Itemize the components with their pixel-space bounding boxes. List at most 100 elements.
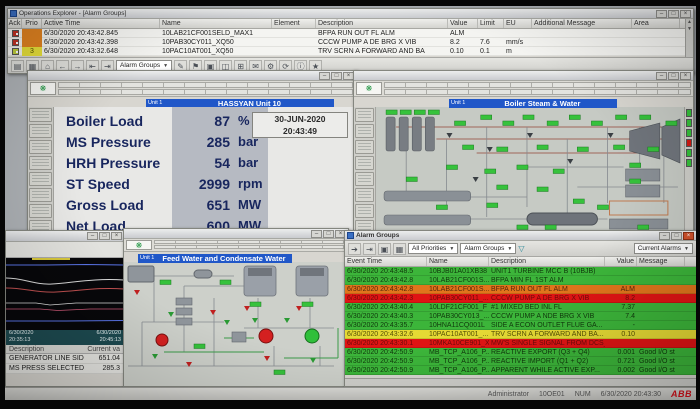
sidebar-mini-button[interactable]: [355, 108, 374, 122]
horizontal-scrollbar[interactable]: [345, 378, 696, 386]
column-header[interactable]: Element: [272, 19, 316, 28]
column-header[interactable]: Name: [427, 257, 489, 266]
event-row[interactable]: 6/30/2020 20:42:50.9 MB_TCP_A106_P... AP…: [345, 366, 696, 375]
ack-selected-icon[interactable]: ➔: [348, 243, 361, 255]
toolbar-buttons-strip[interactable]: [58, 89, 354, 95]
alarm-list-rows: 6/30/2020 20:43:42.845 10LAB21CF001SELD_…: [8, 29, 693, 56]
toolbar-buttons-strip[interactable]: [154, 240, 346, 244]
toolbar-buttons-strip[interactable]: [58, 82, 354, 88]
minimize-button[interactable]: –: [656, 10, 667, 18]
event-list-header: Event Time Name Description Value Messag…: [345, 257, 696, 267]
sidebar-mini-button[interactable]: [355, 124, 374, 138]
tag-name: MB_TCP_A106_P...: [427, 348, 489, 357]
trend-row[interactable]: MS PRESS SELECTED 285.3: [6, 364, 124, 374]
sidebar-mini-button[interactable]: [355, 204, 374, 218]
current-alarms-selector[interactable]: Current Alarms ▼: [634, 243, 693, 254]
boiler-titlebar[interactable]: – □ ×: [354, 71, 693, 81]
print-list-icon[interactable]: ▦: [393, 243, 406, 255]
sidebar-mini-button[interactable]: [355, 188, 374, 202]
minimize-button[interactable]: –: [319, 72, 330, 80]
ack-checkbox[interactable]: [12, 30, 19, 37]
value: 7.37: [605, 303, 637, 312]
column-header[interactable]: EU: [504, 19, 532, 28]
column-header[interactable]: Prio: [22, 19, 42, 28]
column-header[interactable]: Active Time: [42, 19, 160, 28]
description: TRV SCRN A FORWARD AND BA: [316, 47, 448, 56]
sidebar-mini-button[interactable]: [29, 188, 52, 202]
trend-toolbar[interactable]: [6, 242, 124, 258]
column-header[interactable]: Message: [637, 257, 685, 266]
group-dropdown[interactable]: Alarm Groups ▼: [460, 243, 516, 254]
trend-chart[interactable]: [6, 258, 124, 330]
toolbar-buttons-strip[interactable]: [154, 245, 346, 249]
trend-row[interactable]: GENERATOR LINE SID... 651.04: [6, 354, 124, 364]
sidebar-mini-button[interactable]: [29, 204, 52, 218]
minimize-button[interactable]: –: [656, 72, 667, 80]
page-title: Feed Water and Condensate Water: [156, 254, 291, 263]
sidebar-mini-button[interactable]: [355, 156, 374, 170]
sidebar-mini-button[interactable]: [355, 172, 374, 186]
maximize-button[interactable]: □: [331, 72, 342, 80]
silence-icon[interactable]: ▣: [378, 243, 391, 255]
report-icon[interactable]: ▤: [11, 60, 24, 72]
priorities-dropdown[interactable]: All Priorities ▼: [408, 243, 458, 254]
column-header[interactable]: Additional Message: [532, 19, 632, 28]
close-button[interactable]: ×: [111, 232, 122, 240]
feedwater-mimic-diagram[interactable]: [124, 262, 348, 386]
column-header[interactable]: Description: [316, 19, 448, 28]
trend-titlebar[interactable]: – □ ×: [6, 231, 124, 242]
close-button[interactable]: ×: [680, 10, 691, 18]
column-header[interactable]: Description: [6, 345, 84, 353]
plant-logo: ❋: [30, 82, 56, 95]
boiler-mimic-diagram[interactable]: [376, 107, 684, 235]
column-header[interactable]: Name: [160, 19, 272, 28]
feedwater-titlebar[interactable]: – □ ×: [124, 229, 348, 239]
status-indicator: [686, 129, 692, 137]
window-title: Operations Explorer - [Alarm Groups]: [19, 10, 654, 17]
close-button[interactable]: ×: [683, 232, 694, 240]
vertical-scrollbar[interactable]: ▲▼: [685, 19, 693, 57]
toolbar-buttons-strip[interactable]: [384, 89, 691, 95]
sidebar-mini-button[interactable]: [29, 156, 52, 170]
sidebar-mini-button[interactable]: [29, 124, 52, 138]
event-time: 6/30/2020 20:43:40.4: [345, 303, 427, 312]
column-header[interactable]: Value: [605, 257, 637, 266]
minimize-button[interactable]: –: [311, 230, 322, 238]
ack-page-icon[interactable]: ⇥: [363, 243, 376, 255]
column-header[interactable]: Value: [448, 19, 478, 28]
unit-tag: Unit 1: [449, 99, 467, 108]
sidebar-mini-button[interactable]: [29, 172, 52, 186]
toolbar-buttons-strip[interactable]: [384, 82, 691, 88]
alarm-row[interactable]: 3 6/30/2020 20:43:32.648 10PAC10AT001_XQ…: [8, 47, 693, 56]
sidebar-mini-button[interactable]: [355, 140, 374, 154]
column-header[interactable]: Ack: [8, 19, 22, 28]
event-time: 6/30/2020 20:43:30.1: [345, 339, 427, 348]
minimize-button[interactable]: –: [659, 232, 670, 240]
maximize-button[interactable]: □: [668, 10, 679, 18]
chevron-down-icon: ▼: [163, 61, 168, 71]
priority-cell: 3: [22, 47, 42, 56]
column-header[interactable]: Current va: [84, 345, 124, 353]
plant-logo: ❋: [356, 82, 382, 95]
filter-funnel-icon[interactable]: ▽: [518, 244, 524, 254]
sidebar-mini-button[interactable]: [29, 108, 52, 122]
alarm-groups-titlebar[interactable]: Alarm Groups – □ ×: [345, 231, 696, 241]
maximize-button[interactable]: □: [323, 230, 334, 238]
column-header[interactable]: Area: [632, 19, 680, 28]
operations-explorer-titlebar[interactable]: Operations Explorer - [Alarm Groups] – □…: [8, 9, 693, 19]
maximize-button[interactable]: □: [99, 232, 110, 240]
trend-description: MS PRESS SELECTED: [6, 364, 84, 373]
description: MW'S SINGLE SIGNAL FROM DCS_FB: [489, 339, 605, 348]
column-header[interactable]: Limit: [478, 19, 504, 28]
minimize-button[interactable]: –: [87, 232, 98, 240]
column-header[interactable]: Event Time: [345, 257, 427, 266]
sidebar-mini-button[interactable]: [29, 140, 52, 154]
ack-checkbox[interactable]: [12, 39, 19, 46]
chevron-down-icon: ▼: [507, 244, 512, 254]
close-button[interactable]: ×: [680, 72, 691, 80]
column-header[interactable]: Description: [489, 257, 605, 266]
overview-titlebar[interactable]: – □ ×: [28, 71, 356, 81]
maximize-button[interactable]: □: [668, 72, 679, 80]
ack-checkbox[interactable]: [12, 48, 19, 55]
maximize-button[interactable]: □: [671, 232, 682, 240]
